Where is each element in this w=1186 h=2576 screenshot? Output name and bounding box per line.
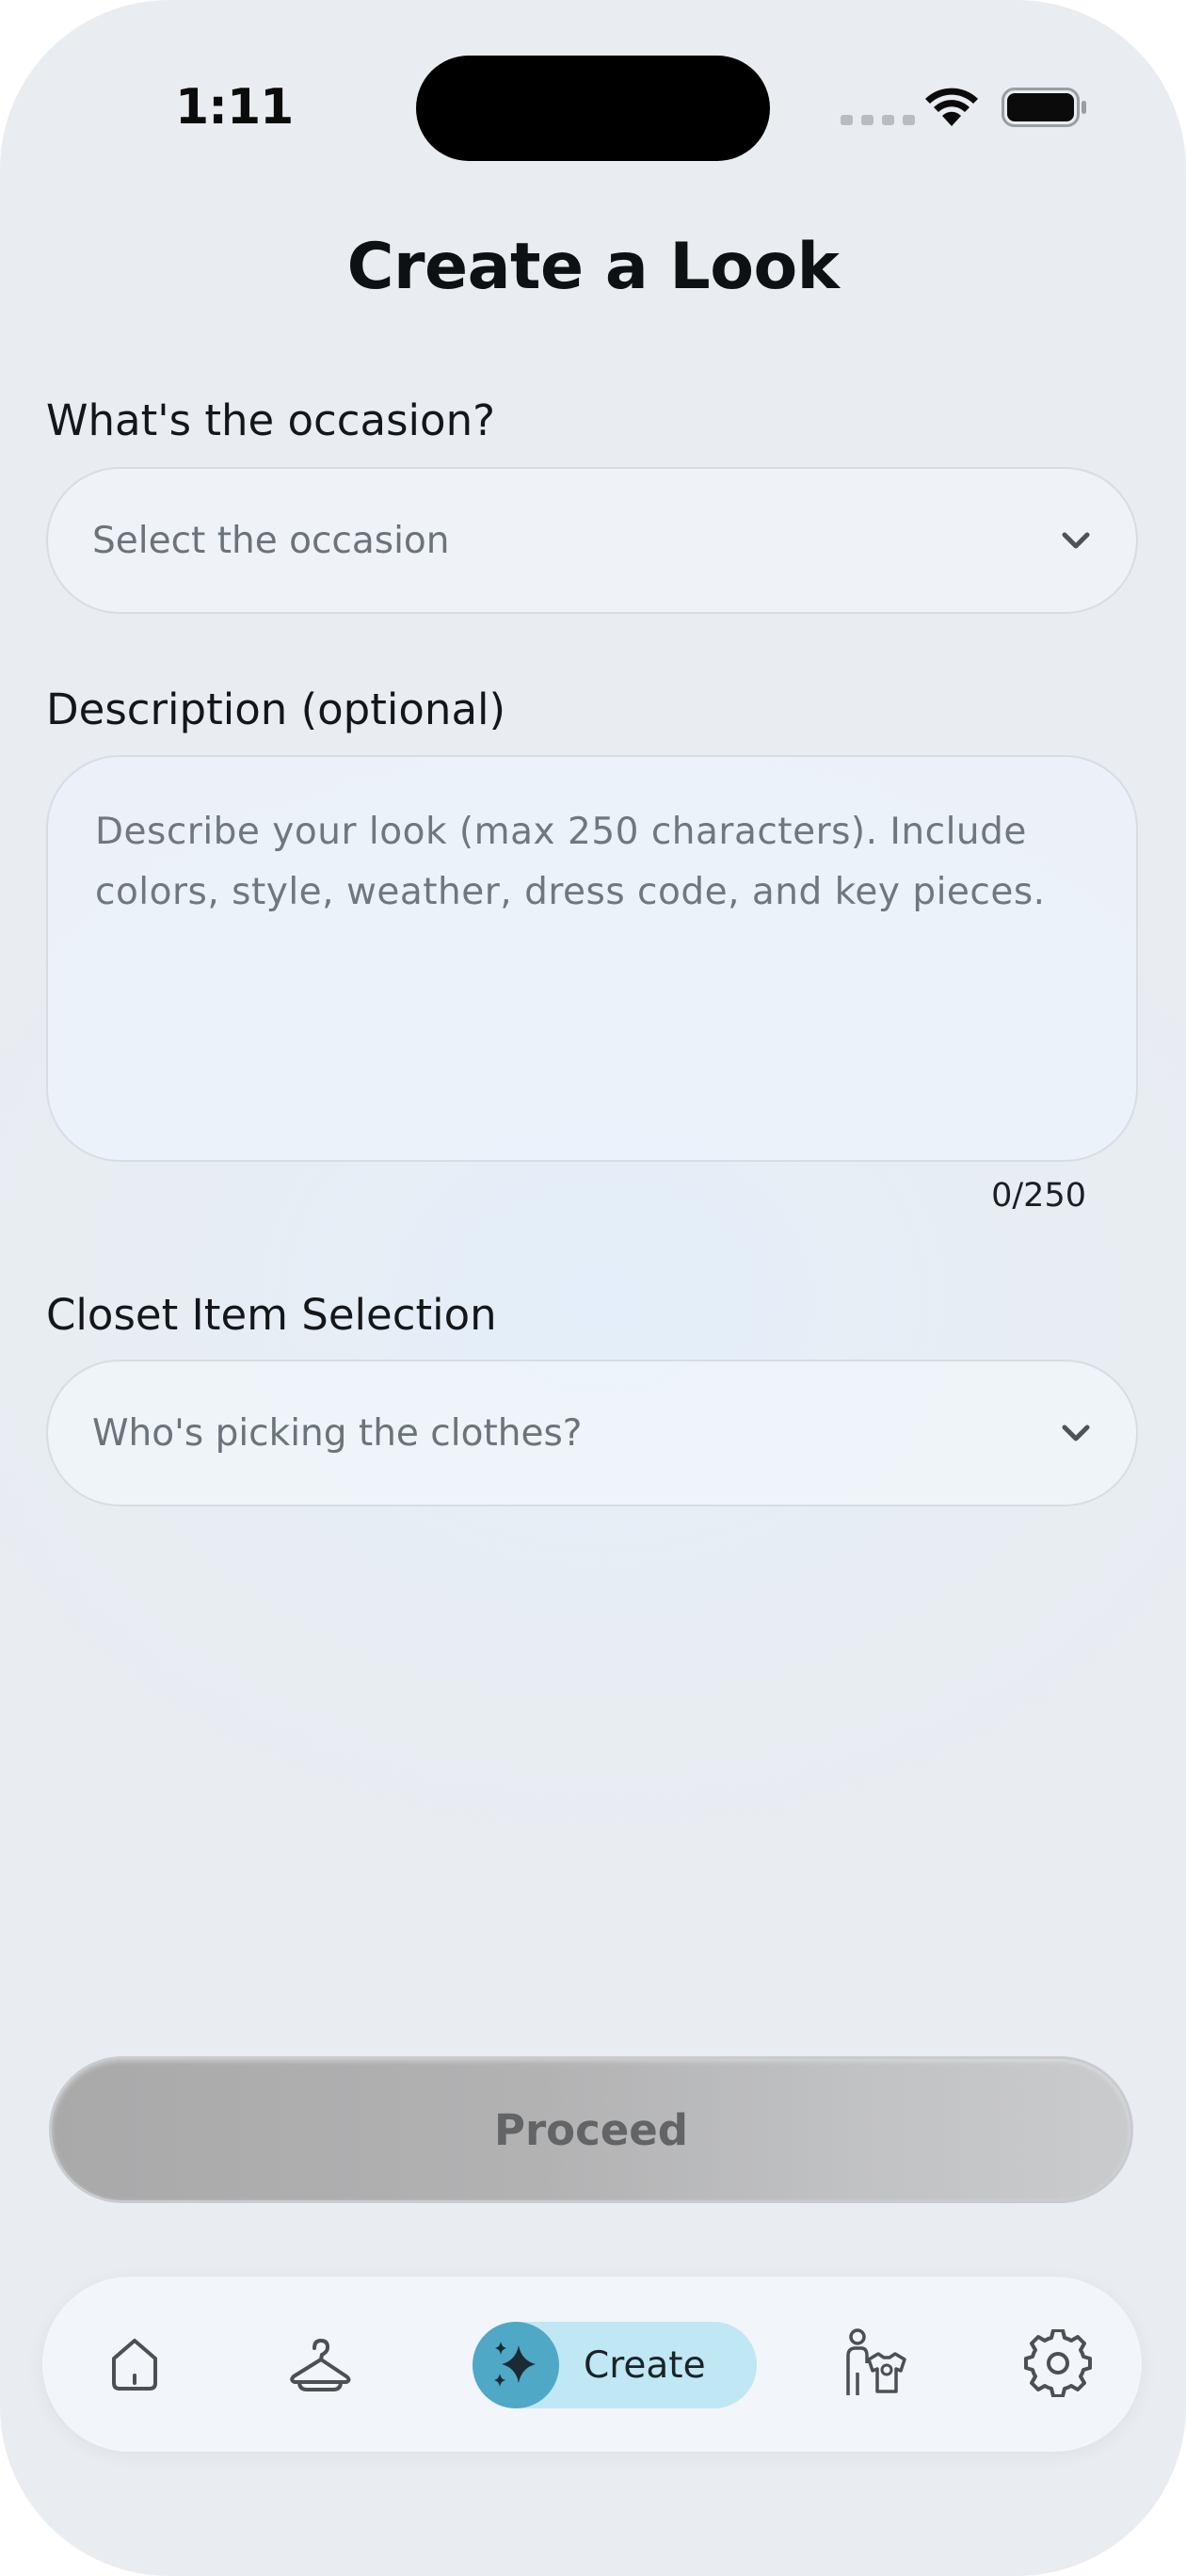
closet-picker-placeholder: Who's picking the clothes? xyxy=(92,1411,583,1455)
tab-create-label: Create xyxy=(584,2343,706,2387)
bottom-tab-bar: Create xyxy=(42,2277,1142,2452)
status-time: 1:11 xyxy=(175,79,294,136)
tab-settings[interactable] xyxy=(1015,2320,1101,2407)
dynamic-island xyxy=(416,56,770,161)
phone-screen: 1:11 Create a Look What's the occasion? … xyxy=(0,0,1186,2576)
tab-home[interactable] xyxy=(91,2320,178,2407)
tab-outfits[interactable] xyxy=(831,2320,918,2407)
occasion-select[interactable]: Select the occasion xyxy=(46,467,1138,614)
description-label: Description (optional) xyxy=(46,684,506,734)
chevron-down-icon xyxy=(1062,1425,1090,1441)
occasion-placeholder: Select the occasion xyxy=(92,519,450,562)
tab-create[interactable]: Create xyxy=(473,2322,757,2408)
cellular-signal-icon xyxy=(841,115,915,125)
tab-closet[interactable] xyxy=(277,2320,363,2407)
closet-selection-label: Closet Item Selection xyxy=(46,1290,497,1340)
page-title: Create a Look xyxy=(346,230,840,304)
closet-picker-select[interactable]: Who's picking the clothes? xyxy=(46,1360,1138,1506)
battery-icon xyxy=(1002,88,1088,131)
occasion-label: What's the occasion? xyxy=(46,395,495,445)
sparkles-icon xyxy=(494,2342,536,2387)
proceed-button[interactable]: Proceed xyxy=(49,2056,1133,2203)
person-outfit-icon xyxy=(846,2328,906,2395)
wifi-icon xyxy=(922,85,981,132)
hanger-icon xyxy=(290,2338,351,2391)
description-placeholder: Describe your look (max 250 characters).… xyxy=(95,811,1046,913)
create-icon-circle xyxy=(473,2322,559,2408)
home-icon xyxy=(112,2339,157,2391)
description-textarea[interactable]: Describe your look (max 250 characters).… xyxy=(46,755,1138,1162)
chevron-down-icon xyxy=(1062,532,1090,549)
gear-icon xyxy=(1024,2329,1092,2397)
character-counter: 0/250 xyxy=(991,1177,1086,1215)
